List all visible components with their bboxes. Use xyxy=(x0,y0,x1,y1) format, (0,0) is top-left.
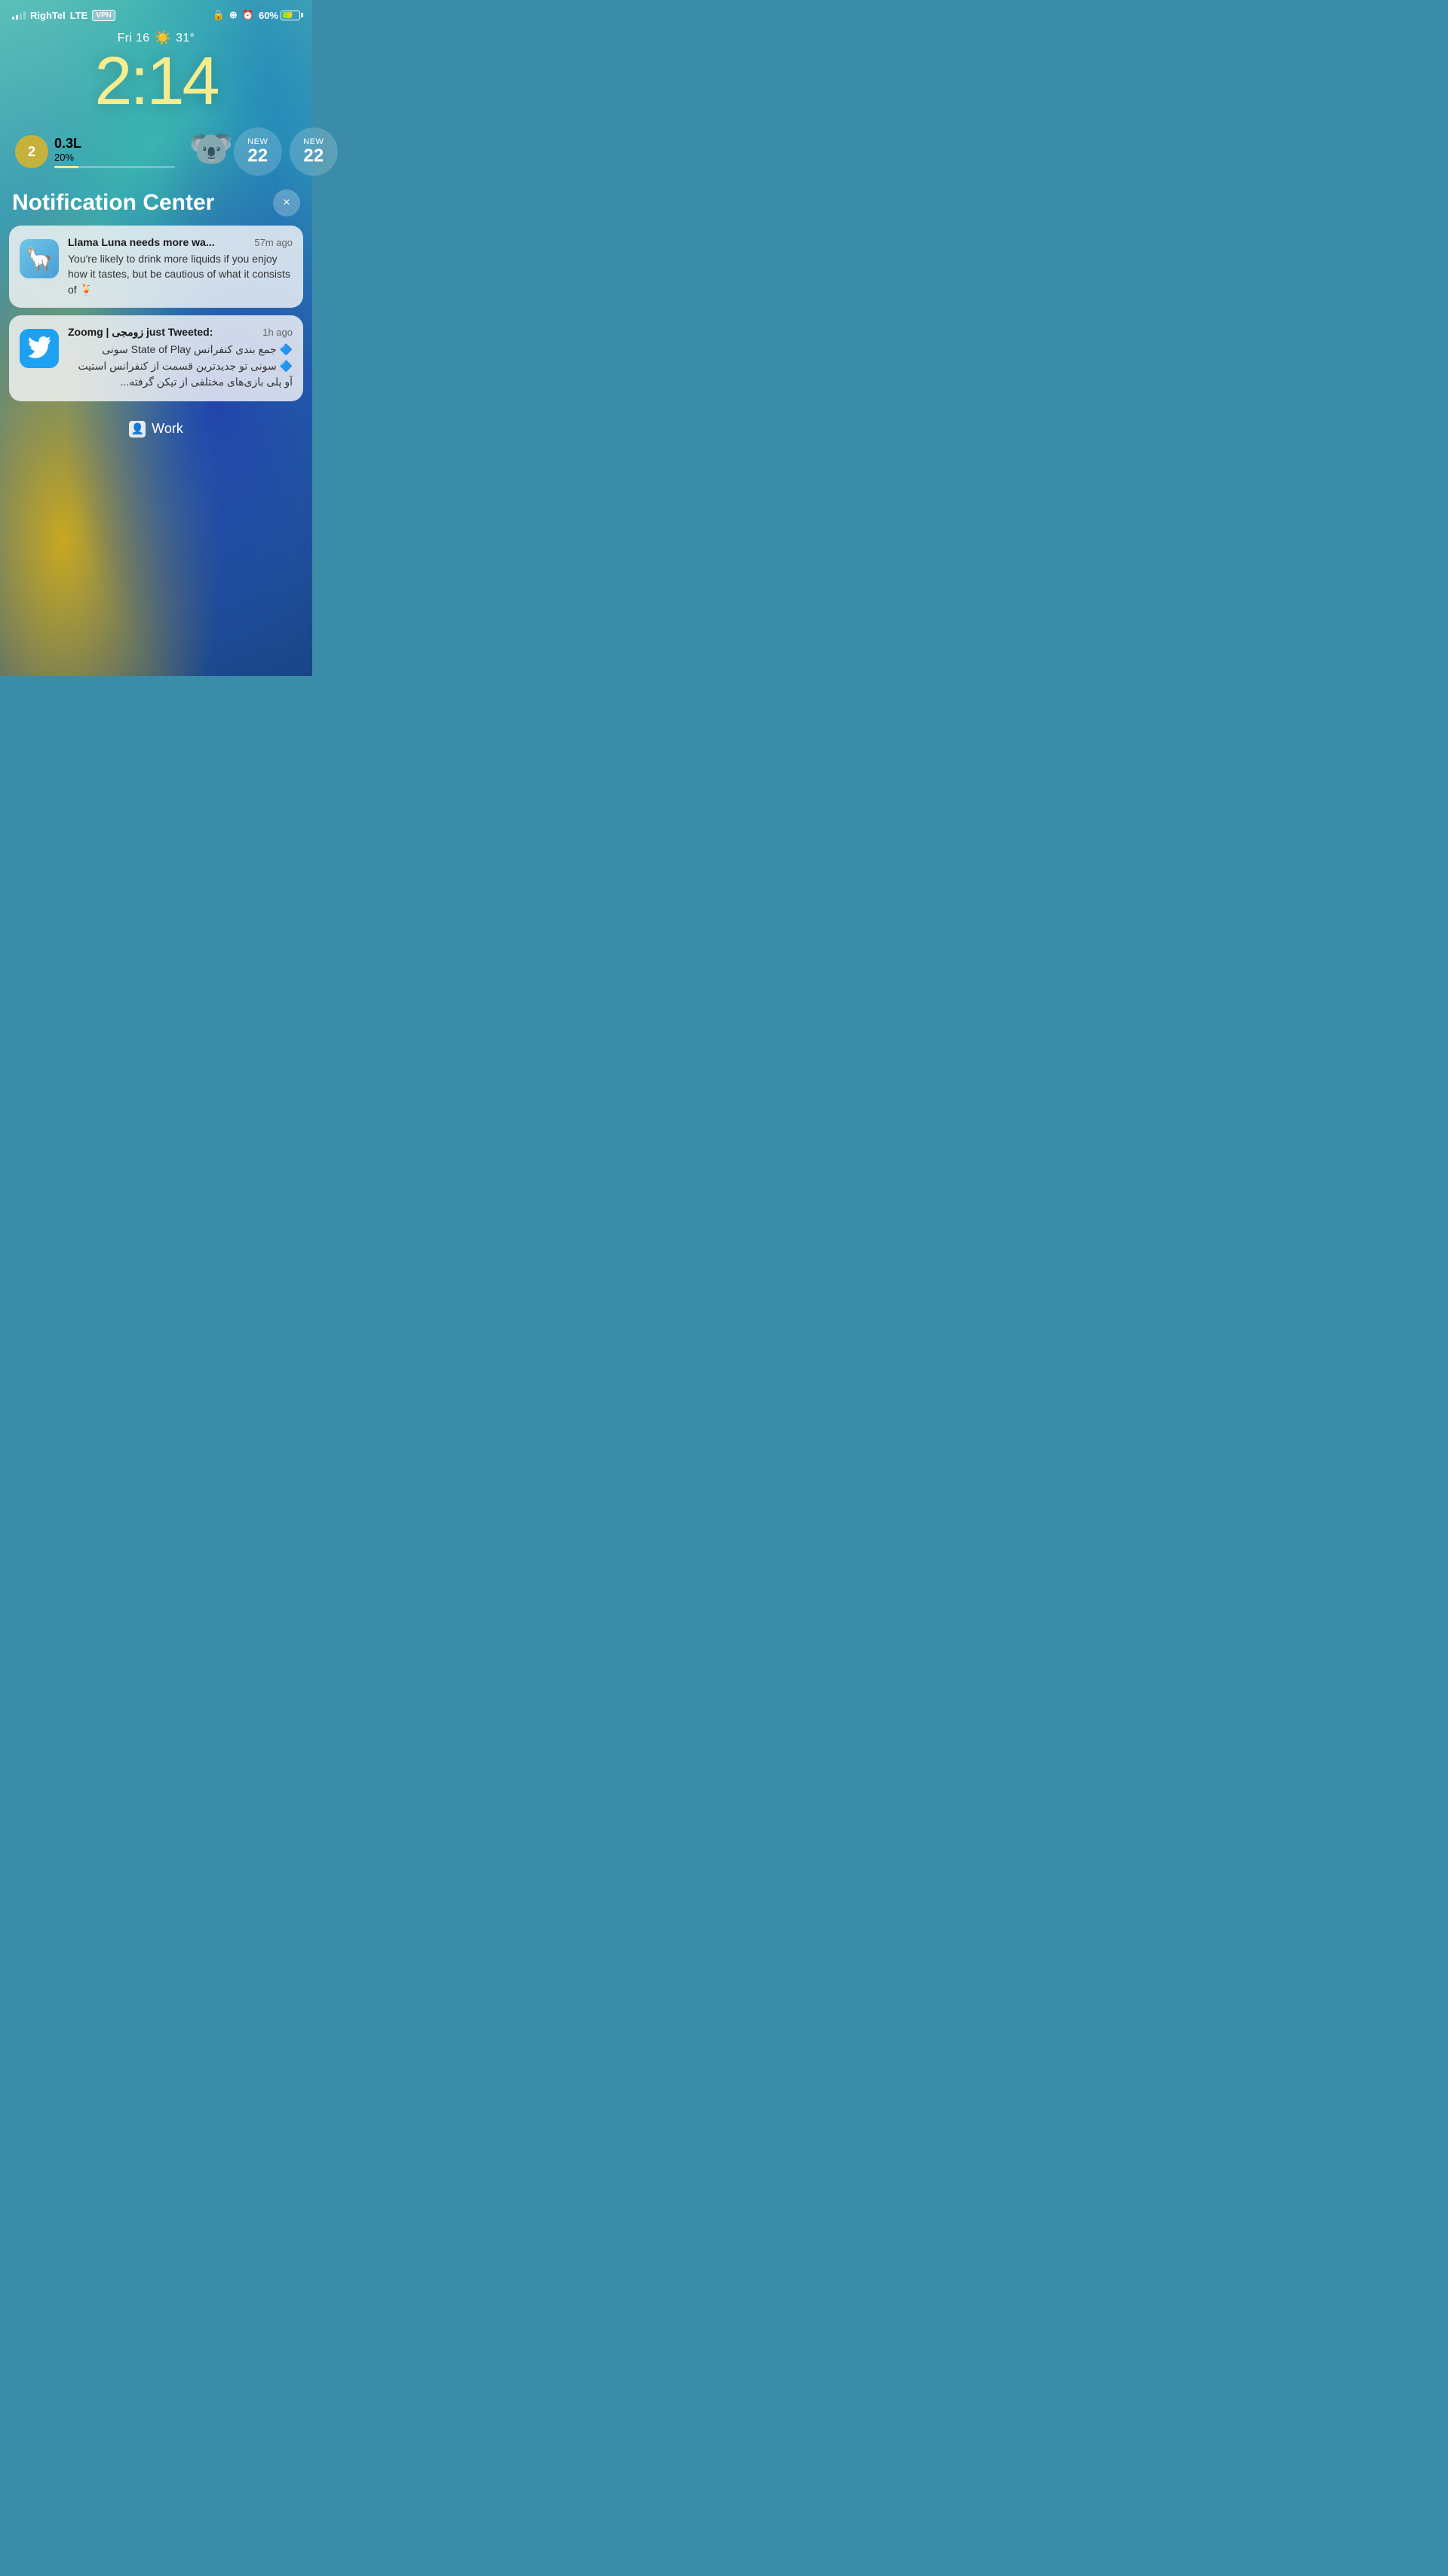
nc-header: Notification Center × xyxy=(9,189,303,216)
llama-notif-body: You're likely to drink more liquids if y… xyxy=(68,251,293,297)
carrier-name: RighTel xyxy=(30,10,66,21)
widget-new-count-2: 22 xyxy=(303,146,324,166)
battery-icon: ⚡ xyxy=(281,11,300,20)
twitter-app-icon xyxy=(20,329,59,368)
twitter-notif-body-line2: 🔷 سونی تو جدیدترین قسمت از کنفرانس استیت… xyxy=(68,358,293,391)
contacts-icon: 👤 xyxy=(130,422,143,435)
signal-bar-1 xyxy=(12,17,14,20)
alarm-icon: ⏰ xyxy=(242,9,254,21)
ring-count: 2 xyxy=(28,144,35,160)
status-right: 🔒 ⊕ ⏰ 60% ⚡ xyxy=(213,9,300,21)
battery-percent: 60% xyxy=(259,10,278,21)
work-label: Work xyxy=(152,421,183,437)
twitter-bird-icon xyxy=(27,336,51,361)
water-percent: 20% xyxy=(54,152,175,163)
bear-emoji: 🐨 xyxy=(189,127,234,170)
nc-close-button[interactable]: × xyxy=(273,189,300,216)
lightning-icon: ⚡ xyxy=(281,11,299,20)
notification-card-llama[interactable]: 🦙 Llama Luna needs more wa... 57m ago Yo… xyxy=(9,226,303,308)
close-icon: × xyxy=(283,196,290,210)
widget-new-1: NEW 22 xyxy=(234,127,282,176)
widget-new-count-1: 22 xyxy=(247,146,268,166)
widget-right-group: NEW 22 NEW 22 xyxy=(234,127,338,176)
work-icon: 👤 xyxy=(129,421,146,438)
twitter-notif-body-line1: 🔷 جمع بندی کنفرانس State of Play سونی xyxy=(68,342,293,358)
lock-icon: 🔒 xyxy=(213,9,225,21)
water-bar-fill xyxy=(54,166,78,168)
lock-screen-content: Fri 16 ☀️ 31° 2:14 xyxy=(0,24,312,115)
signal-bar-2 xyxy=(16,15,18,20)
date-display: Fri 16 xyxy=(118,32,150,45)
temperature-display: 31° xyxy=(176,32,195,45)
signal-bars xyxy=(12,11,26,20)
llama-app-icon: 🦙 xyxy=(20,239,59,278)
vpn-badge: VPN xyxy=(92,10,115,21)
widget-new-2: NEW 22 xyxy=(290,127,338,176)
llama-notif-time: 57m ago xyxy=(254,237,293,248)
battery-container: 60% ⚡ xyxy=(259,10,300,21)
llama-app-name: Llama Luna needs more wa... xyxy=(68,236,215,248)
notification-center: Notification Center × 🦙 Llama Luna needs… xyxy=(0,189,312,401)
twitter-notif-time: 1h ago xyxy=(262,327,293,338)
llama-notif-content: Llama Luna needs more wa... 57m ago You'… xyxy=(68,236,293,297)
widget-left: 2 0.3L 20% 🐨 xyxy=(15,134,234,170)
water-bar-container xyxy=(54,166,175,168)
widget-new-label-1: NEW xyxy=(247,137,268,146)
water-widget: 0.3L 20% xyxy=(54,136,175,168)
twitter-notif-content: Zoomg | زومجی just Tweeted: 1h ago 🔷 جمع… xyxy=(68,326,293,391)
location-icon: ⊕ xyxy=(229,9,238,21)
signal-bar-3 xyxy=(20,14,22,20)
water-amount: 0.3L xyxy=(54,136,175,152)
llama-notif-header: Llama Luna needs more wa... 57m ago xyxy=(68,236,293,248)
twitter-notif-header: Zoomg | زومجی just Tweeted: 1h ago xyxy=(68,326,293,339)
status-bar: RighTel LTE VPN 🔒 ⊕ ⏰ 60% ⚡ xyxy=(0,0,312,24)
time-display: 2:14 xyxy=(15,48,297,115)
widgets-row: 2 0.3L 20% 🐨 NEW 22 NEW 22 xyxy=(0,127,312,176)
ring-count-widget: 2 xyxy=(15,135,48,168)
twitter-app-name: Zoomg | زومجی just Tweeted: xyxy=(68,326,213,339)
status-left: RighTel LTE VPN xyxy=(12,10,115,21)
network-type: LTE xyxy=(70,10,88,21)
widget-new-label-2: NEW xyxy=(303,137,324,146)
signal-bar-4 xyxy=(23,11,26,20)
notification-card-twitter[interactable]: Zoomg | زومجی just Tweeted: 1h ago 🔷 جمع… xyxy=(9,315,303,401)
bottom-section[interactable]: 👤 Work xyxy=(0,409,312,444)
nc-title: Notification Center xyxy=(12,190,214,216)
